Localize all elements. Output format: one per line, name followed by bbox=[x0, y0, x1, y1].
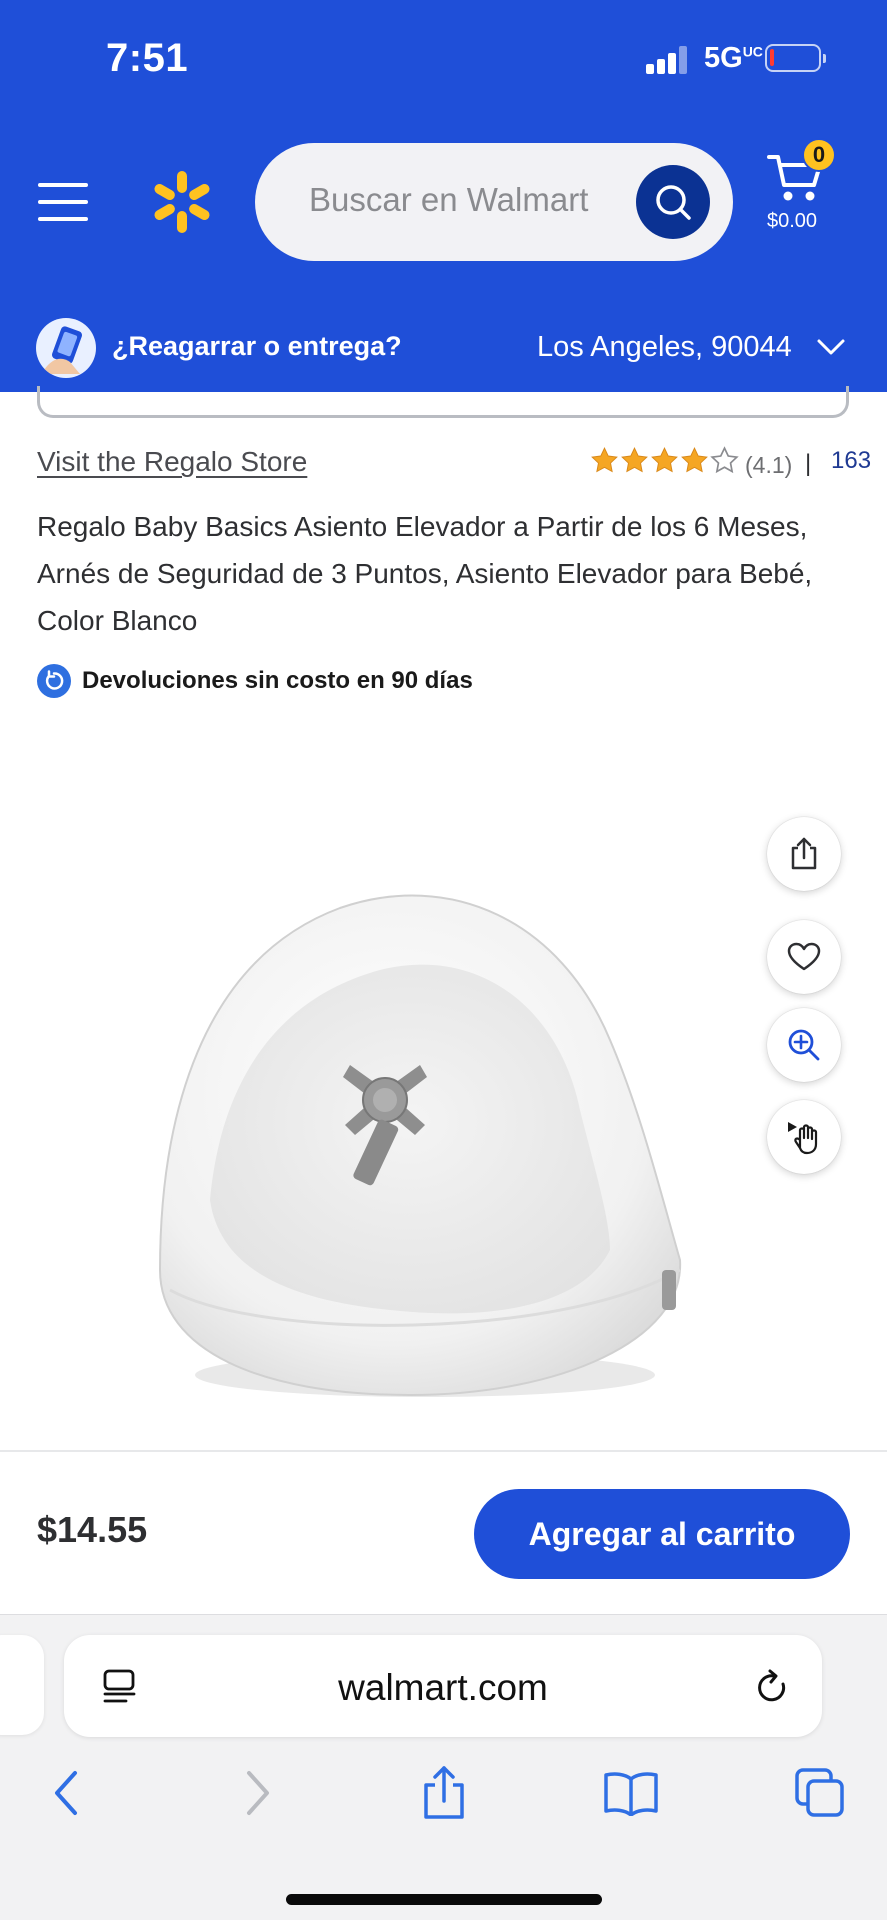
sticky-bar-divider bbox=[0, 1450, 887, 1452]
share-icon bbox=[791, 837, 817, 870]
chevron-left-icon bbox=[55, 1771, 77, 1815]
delivery-location-bar[interactable]: ¿Reagarrar o entrega? Los Angeles, 90044 bbox=[0, 303, 887, 392]
cart-button[interactable]: 0 $0.00 bbox=[760, 138, 870, 248]
star-full-icon bbox=[651, 447, 678, 473]
url-text: walmart.com bbox=[338, 1667, 548, 1708]
share-icon bbox=[424, 1766, 464, 1819]
network-type: 5GUC bbox=[704, 42, 763, 74]
browser-share-button[interactable] bbox=[414, 1763, 474, 1823]
zoom-in-icon bbox=[788, 1029, 820, 1061]
battery-icon bbox=[765, 44, 826, 72]
returns-icon bbox=[37, 664, 71, 698]
bookmarks-button[interactable] bbox=[601, 1763, 661, 1823]
search-placeholder: Buscar en Walmart bbox=[309, 181, 589, 218]
star-full-icon bbox=[681, 447, 708, 473]
zoom-button[interactable] bbox=[767, 1008, 841, 1082]
star-empty-icon bbox=[710, 446, 739, 474]
walmart-spark-logo[interactable] bbox=[148, 168, 216, 236]
cellular-signal-icon bbox=[646, 46, 688, 74]
book-icon bbox=[604, 1772, 658, 1816]
address-bar[interactable]: walmart.com bbox=[64, 1635, 822, 1737]
rating-value: (4.1) bbox=[745, 452, 793, 478]
previous-tab-peek[interactable] bbox=[0, 1635, 44, 1735]
delivery-location: Los Angeles, 90044 bbox=[537, 331, 792, 363]
previous-section-border bbox=[37, 386, 849, 418]
star-full-icon bbox=[591, 447, 618, 473]
menu-icon[interactable] bbox=[38, 183, 90, 221]
favorite-button[interactable] bbox=[767, 920, 841, 994]
walmart-header: 7:51 5GUC Buscar en Walmart 0 $0.00 ¿Rea… bbox=[0, 0, 887, 392]
product-image[interactable] bbox=[140, 870, 700, 1410]
view-in-room-button[interactable] bbox=[767, 1100, 841, 1174]
view-in-room-icon bbox=[788, 1122, 818, 1155]
status-time: 7:51 bbox=[106, 36, 189, 80]
delivery-prompt: ¿Reagarrar o entrega? bbox=[112, 331, 402, 361]
forward-button[interactable] bbox=[228, 1763, 288, 1823]
rating-stars bbox=[590, 446, 739, 475]
tabs-button[interactable] bbox=[790, 1763, 850, 1823]
cart-count-badge: 0 bbox=[802, 138, 836, 172]
star-full-icon bbox=[621, 447, 648, 473]
chevron-right-icon bbox=[247, 1771, 269, 1815]
home-indicator bbox=[286, 1894, 602, 1905]
review-count-link[interactable]: 163 bbox=[831, 447, 871, 475]
chevron-down-icon bbox=[817, 339, 845, 355]
rating-separator: | bbox=[805, 450, 812, 477]
search-icon bbox=[656, 185, 691, 220]
free-returns-text: Devoluciones sin costo en 90 días bbox=[82, 667, 473, 694]
search-input[interactable]: Buscar en Walmart bbox=[255, 143, 733, 261]
heart-icon bbox=[787, 942, 821, 971]
share-button[interactable] bbox=[767, 817, 841, 891]
tabs-icon bbox=[795, 1768, 844, 1817]
back-button[interactable] bbox=[36, 1763, 96, 1823]
browser-toolbar: walmart.com bbox=[0, 1614, 887, 1920]
product-price: $14.55 bbox=[37, 1509, 148, 1550]
product-title: Regalo Baby Basics Asiento Elevador a Pa… bbox=[37, 511, 813, 636]
search-button[interactable] bbox=[636, 165, 710, 239]
cart-total: $0.00 bbox=[767, 210, 818, 232]
store-link[interactable]: Visit the Regalo Store bbox=[37, 446, 307, 478]
add-to-cart-button[interactable]: Agregar al carrito bbox=[474, 1489, 850, 1579]
reload-icon[interactable] bbox=[752, 1667, 792, 1707]
delivery-phone-icon bbox=[36, 318, 96, 378]
